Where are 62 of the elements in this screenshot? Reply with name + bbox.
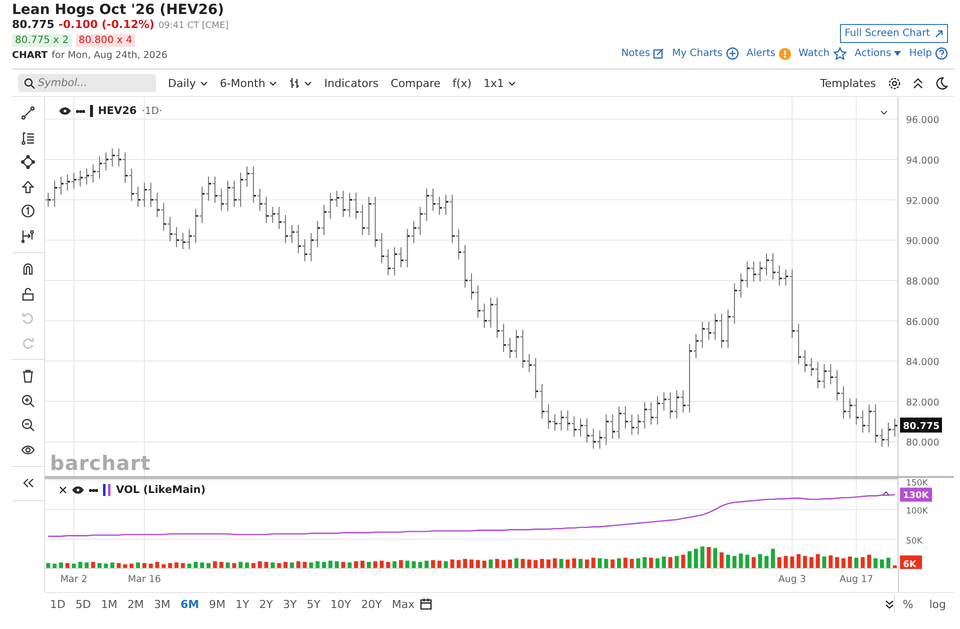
range-button[interactable]: 6M <box>175 598 204 610</box>
toolbar-button[interactable]: f(x) <box>452 76 472 90</box>
scale-button[interactable]: log <box>921 598 954 610</box>
open-interest-marker: 130K <box>900 488 932 502</box>
toolbar-link[interactable]: Watch <box>798 47 847 60</box>
interval-label: ·1D· <box>142 106 162 116</box>
scale-button[interactable]: % <box>894 598 922 610</box>
price-axis-label: 84.000 <box>906 357 940 368</box>
range-button[interactable]: 3Y <box>278 598 302 610</box>
volume-axis-label: 50K <box>906 536 922 546</box>
volume-axis-label: 100K <box>906 506 928 517</box>
instrument-title: Lean Hogs Oct '26 (HEV26) <box>12 2 226 18</box>
range-button[interactable]: 3M <box>148 598 176 610</box>
price-axis-label: 90.000 <box>906 236 940 248</box>
price-axis-label: 96.000 <box>906 115 940 126</box>
range-button[interactable]: 9M <box>204 598 231 610</box>
toolbar-link[interactable]: Actions <box>854 48 902 59</box>
chart-date: for Mon, Aug 24th, 2026 <box>52 50 168 61</box>
toolbar-link[interactable]: My Charts <box>672 47 738 60</box>
dropdown-button[interactable]: 6-Month <box>220 76 278 90</box>
toolbar-button[interactable]: Compare <box>390 76 441 90</box>
full-screen-button[interactable]: Full Screen Chart <box>840 24 948 43</box>
price-axis-label: 94.000 <box>906 156 940 166</box>
range-button[interactable]: 2M <box>122 598 149 610</box>
chart-label: CHART <box>12 50 48 61</box>
volume-marker: 6K <box>900 555 922 569</box>
range-button[interactable]: 1Y <box>230 598 254 610</box>
range-button[interactable]: 1D <box>45 598 70 610</box>
toolbar-button[interactable]: Templates <box>820 76 876 90</box>
last-price-marker: 80.775 <box>900 418 942 433</box>
range-button[interactable]: 5Y <box>302 598 326 610</box>
date-axis-label: Mar 16 <box>128 574 161 585</box>
range-button[interactable]: 10Y <box>325 598 356 610</box>
range-button[interactable]: 5D <box>70 598 96 610</box>
chart-logo: barchart <box>50 451 151 475</box>
range-button[interactable]: Max <box>386 598 420 610</box>
symbol-label: HEV26 <box>98 105 137 117</box>
price-axis-label: 86.000 <box>906 316 940 328</box>
toolbar-button[interactable]: Indicators <box>324 76 379 90</box>
range-button[interactable]: 1M <box>96 598 122 610</box>
price-axis-label: 80.000 <box>906 438 940 449</box>
toolbar-link[interactable]: Notes <box>621 48 664 59</box>
toolbar-link[interactable]: Help <box>909 47 948 60</box>
indicator-label: VOL (LikeMain) <box>116 484 206 496</box>
bid-quote: 80.775 x 2 <box>12 34 72 47</box>
ask-quote: 80.800 x 4 <box>76 34 136 47</box>
symbol-search-field[interactable]: Symbol... <box>18 74 156 92</box>
price-axis-label: 82.000 <box>906 397 940 408</box>
range-button[interactable]: 20Y <box>356 598 387 610</box>
dropdown-button[interactable]: Daily <box>168 76 208 90</box>
toolbar-link[interactable]: Alerts <box>746 48 791 60</box>
date-axis-label: Aug 17 <box>839 574 874 585</box>
price-axis-label: 92.000 <box>906 196 940 207</box>
range-button[interactable]: 2Y <box>254 598 278 610</box>
price-change: -0.100 (-0.12%) <box>58 18 154 31</box>
price-axis-label: 88.000 <box>906 276 940 288</box>
date-axis-label: Aug 3 <box>778 574 806 585</box>
date-axis-label: Mar 2 <box>60 574 88 585</box>
last-price: 80.775 <box>12 18 54 31</box>
quote-time: 09:41 CT [CME] <box>158 21 229 31</box>
dropdown-button[interactable]: 1x1 <box>484 76 516 90</box>
volume-axis-label: 150K <box>906 478 928 488</box>
